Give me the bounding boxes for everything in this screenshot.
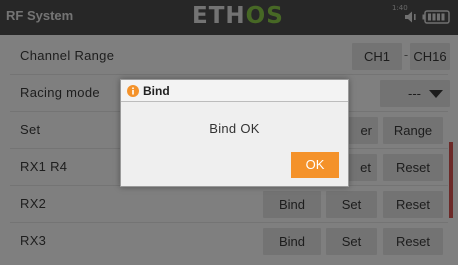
dialog-title: Bind [143, 84, 170, 98]
rf-system-screen: RF System ETHOS 1:40 Channel Range CH1 -… [0, 0, 458, 265]
info-icon [127, 85, 139, 97]
dialog-header: Bind [121, 80, 348, 102]
bind-dialog: Bind Bind OK OK [120, 79, 349, 187]
dialog-message: Bind OK [209, 121, 260, 136]
ok-button[interactable]: OK [291, 152, 339, 178]
